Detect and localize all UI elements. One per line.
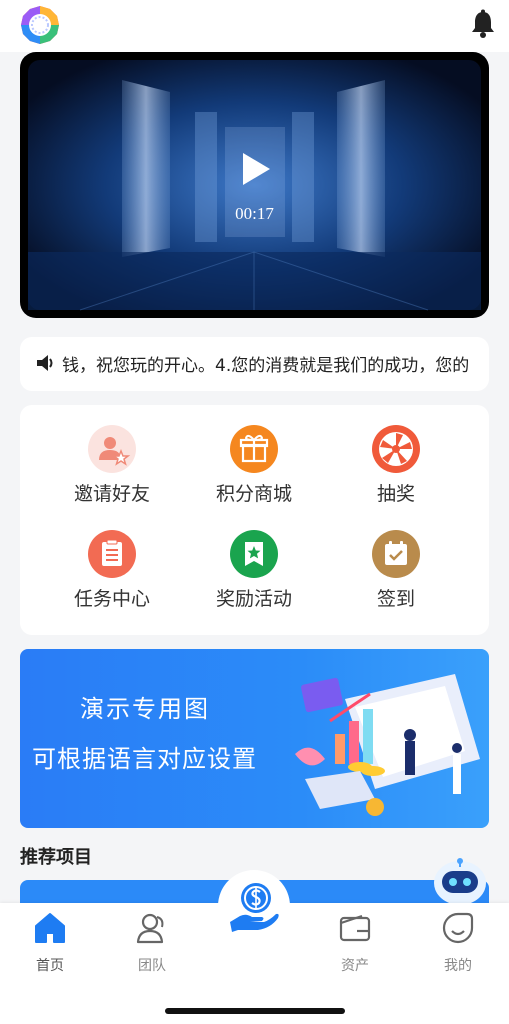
tab-label: 我的 bbox=[444, 958, 472, 974]
banner-subtitle: 可根据语言对应设置 bbox=[32, 745, 257, 773]
tab-team[interactable]: 团队 bbox=[112, 911, 192, 975]
center-action-button[interactable] bbox=[218, 870, 290, 942]
banner-illustration bbox=[295, 674, 480, 816]
gift-icon bbox=[230, 425, 278, 473]
promo-banner[interactable]: 演示专用图 可根据语言对应设置 bbox=[20, 649, 489, 828]
menu-label: 积分商城 bbox=[215, 483, 292, 505]
menu-checkin[interactable]: 签到 bbox=[326, 530, 466, 620]
announcement-bar[interactable]: 钱，祝您玩的开心。4.您的消费就是我们的成功，您的 bbox=[20, 337, 489, 391]
wallet-icon bbox=[339, 915, 371, 942]
tab-label: 首页 bbox=[36, 958, 64, 974]
feature-menu: 邀请好友 积分商城 抽奖 任务中心 奖励活动 签到 bbox=[20, 405, 489, 635]
notification-bell-icon[interactable] bbox=[470, 9, 496, 39]
menu-task-center[interactable]: 任务中心 bbox=[42, 530, 182, 620]
tab-label: 资产 bbox=[341, 958, 369, 974]
home-indicator bbox=[165, 1008, 345, 1014]
section-title: 推荐项目 bbox=[20, 847, 92, 868]
menu-points-mall[interactable]: 积分商城 bbox=[184, 425, 324, 515]
video-player[interactable]: 00:17 bbox=[20, 52, 489, 318]
profile-icon bbox=[442, 912, 474, 944]
money-hand-icon bbox=[230, 883, 279, 932]
video-duration: 00:17 bbox=[235, 204, 274, 223]
reward-badge-icon bbox=[230, 530, 278, 578]
menu-reward-activity[interactable]: 奖励活动 bbox=[184, 530, 324, 620]
menu-label: 抽奖 bbox=[376, 483, 415, 505]
checkin-calendar-icon bbox=[372, 530, 420, 578]
tab-assets[interactable]: 资产 bbox=[315, 911, 395, 975]
announcement-text: 钱，祝您玩的开心。4.您的消费就是我们的成功，您的 bbox=[62, 356, 470, 376]
home-icon bbox=[35, 913, 65, 943]
team-icon bbox=[136, 913, 164, 944]
banner-title: 演示专用图 bbox=[80, 695, 210, 723]
menu-label: 任务中心 bbox=[73, 588, 150, 610]
top-bar bbox=[0, 0, 509, 52]
task-list-icon bbox=[88, 530, 136, 578]
menu-label: 邀请好友 bbox=[73, 483, 150, 505]
lottery-wheel-icon bbox=[372, 425, 420, 473]
tab-home[interactable]: 首页 bbox=[10, 911, 90, 975]
app-logo-icon[interactable] bbox=[20, 5, 60, 45]
tab-profile[interactable]: 我的 bbox=[418, 911, 498, 975]
menu-lottery[interactable]: 抽奖 bbox=[326, 425, 466, 515]
invite-friend-icon bbox=[88, 425, 136, 473]
speaker-icon bbox=[37, 355, 53, 371]
tab-label: 团队 bbox=[138, 958, 166, 974]
menu-label: 奖励活动 bbox=[215, 588, 292, 610]
menu-invite-friends[interactable]: 邀请好友 bbox=[42, 425, 182, 515]
play-icon[interactable] bbox=[241, 152, 271, 186]
menu-label: 签到 bbox=[376, 588, 415, 610]
